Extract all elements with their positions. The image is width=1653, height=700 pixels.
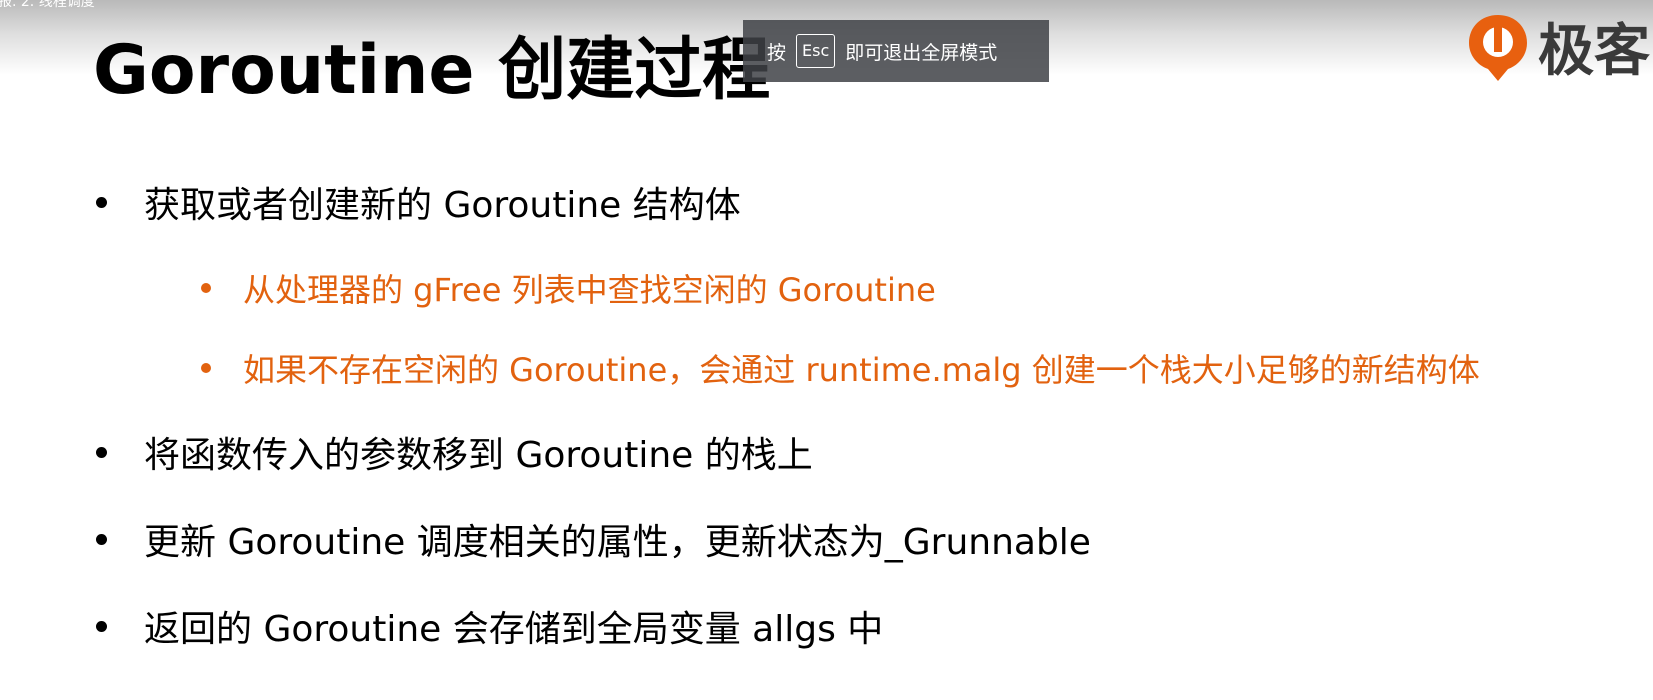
- window-title: 报. 2. 线程调度: [0, 0, 95, 10]
- fullscreen-exit-toast: 按 Esc 即可退出全屏模式: [743, 20, 1049, 82]
- bullet-text: 更新 Goroutine 调度相关的属性，更新状态为_Grunnable: [144, 522, 1091, 563]
- logo-text: 极客: [1538, 19, 1650, 84]
- sub-bullet-item: 从处理器的 gFree 列表中查找空闲的 Goroutine: [201, 265, 936, 311]
- bullet-text: 获取或者创建新的 Goroutine 结构体: [144, 185, 741, 226]
- geekbang-logo-icon: [1469, 14, 1527, 81]
- bullet-dot: [96, 196, 107, 208]
- bullet-item: 将函数传入的参数移到 Goroutine 的栈上: [96, 426, 813, 478]
- bullet-item: 更新 Goroutine 调度相关的属性，更新状态为_Grunnable: [96, 513, 1091, 565]
- bullet-dot: [96, 533, 107, 545]
- slide-title: Goroutine 创建过程: [93, 31, 771, 110]
- sub-bullet-text: 如果不存在空闲的 Goroutine，会通过 runtime.malg 创建一个…: [243, 351, 1480, 389]
- sub-bullet-dot: [201, 283, 211, 293]
- bullet-text: 返回的 Goroutine 会存储到全局变量 allgs 中: [144, 609, 884, 650]
- bullet-dot: [96, 620, 107, 632]
- bullet-text: 将函数传入的参数移到 Goroutine 的栈上: [144, 435, 813, 476]
- bullet-item: 返回的 Goroutine 会存储到全局变量 allgs 中: [96, 600, 883, 652]
- sub-bullet-dot: [201, 363, 211, 373]
- bullet-dot: [96, 446, 107, 458]
- esc-key-badge: Esc: [796, 34, 836, 68]
- toast-prefix: 按: [767, 41, 787, 64]
- sub-bullet-item: 如果不存在空闲的 Goroutine，会通过 runtime.malg 创建一个…: [201, 345, 1480, 391]
- sub-bullet-text: 从处理器的 gFree 列表中查找空闲的 Goroutine: [243, 271, 936, 309]
- bullet-item: 获取或者创建新的 Goroutine 结构体: [96, 176, 741, 228]
- brand-logo: 极客: [1466, 6, 1650, 87]
- toast-suffix: 即可退出全屏模式: [845, 41, 998, 64]
